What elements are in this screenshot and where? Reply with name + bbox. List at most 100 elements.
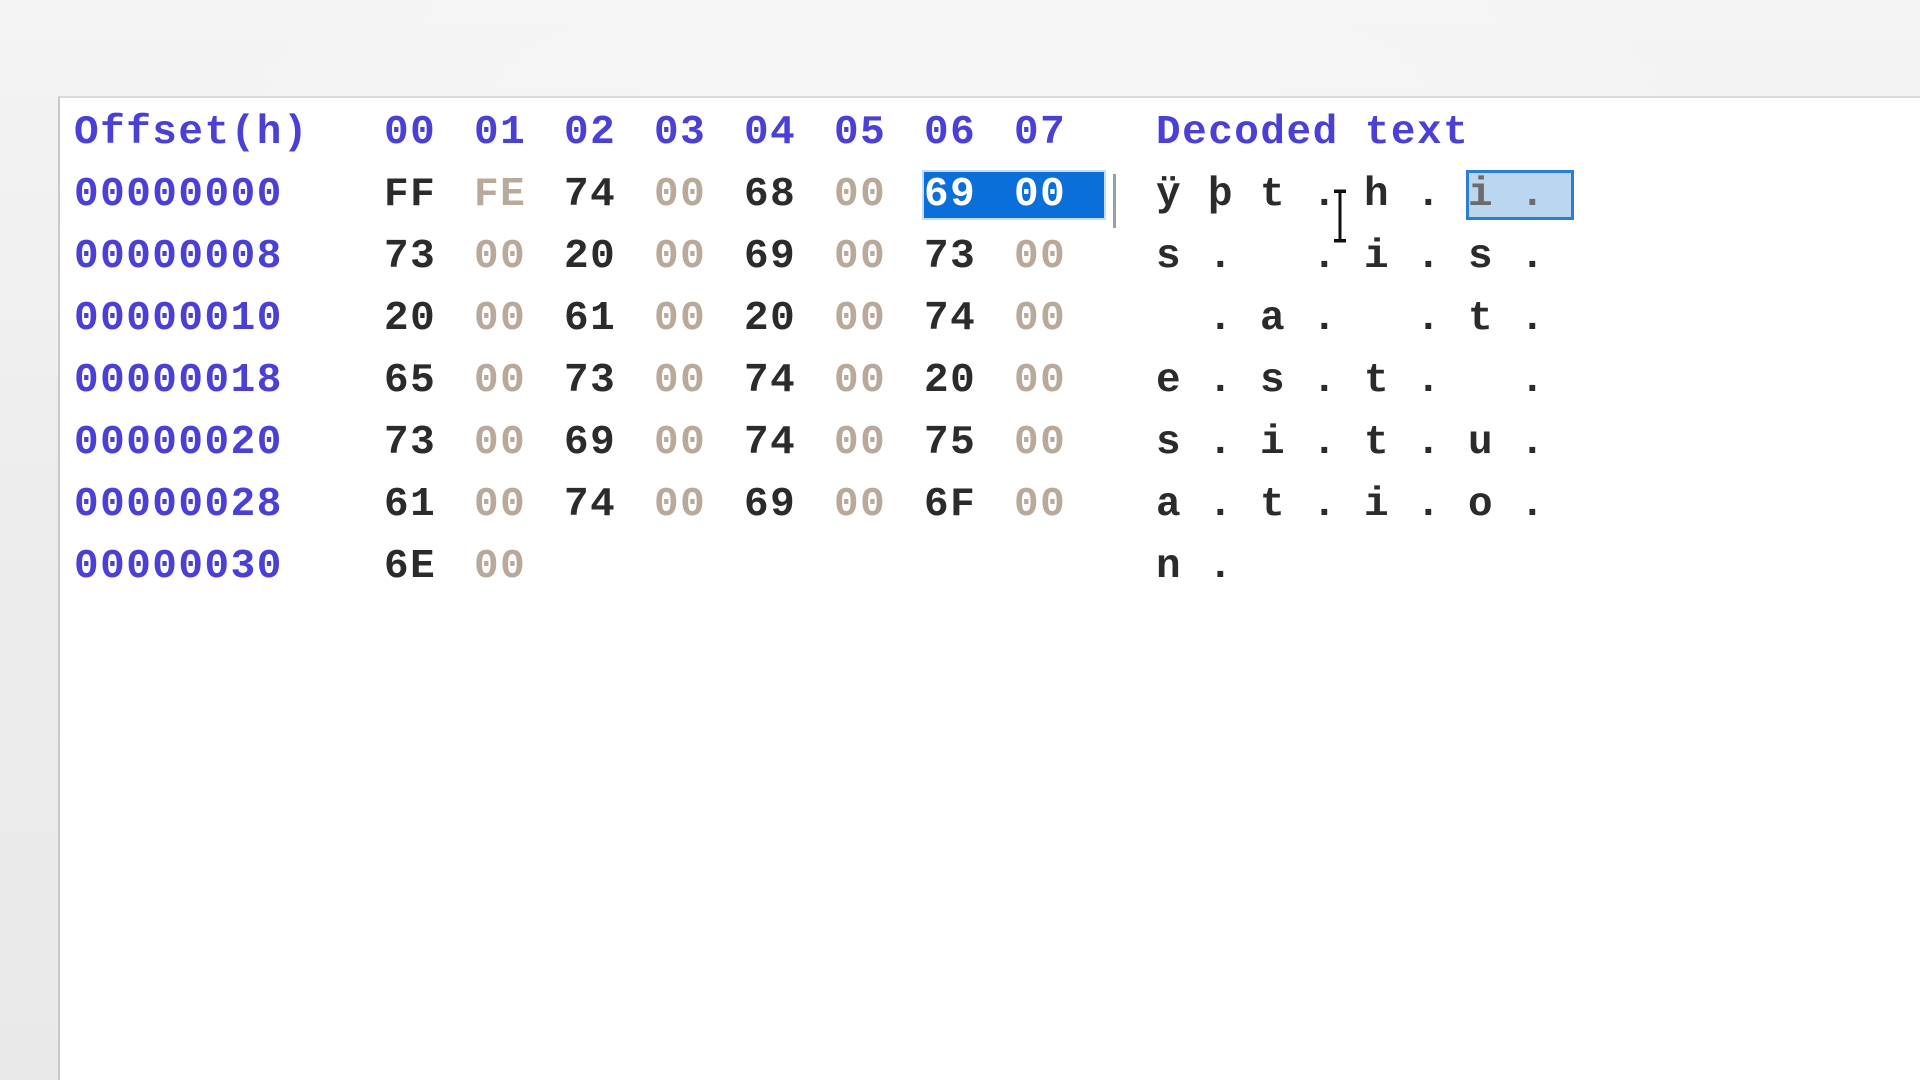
decoded-char[interactable]: .: [1208, 358, 1260, 404]
hex-byte[interactable]: 69: [744, 234, 834, 280]
decoded-char[interactable]: [1364, 296, 1416, 342]
hex-byte[interactable]: 73: [384, 234, 474, 280]
decoded-char[interactable]: i: [1260, 420, 1312, 466]
row-decoded-text[interactable]: a.t.i.o.: [1156, 482, 1572, 528]
hex-byte[interactable]: 00: [474, 358, 564, 404]
decoded-char[interactable]: .: [1520, 234, 1572, 280]
decoded-char[interactable]: i: [1364, 234, 1416, 280]
hex-byte[interactable]: 00: [834, 358, 924, 404]
row-bytes[interactable]: 61 00 74 00 69 00 6F 00: [384, 482, 1104, 528]
decoded-char[interactable]: i: [1364, 482, 1416, 528]
hex-byte[interactable]: 74: [744, 358, 834, 404]
hex-byte[interactable]: [924, 544, 1014, 590]
hex-byte[interactable]: 00: [654, 234, 744, 280]
decoded-char[interactable]: .: [1208, 420, 1260, 466]
hex-byte[interactable]: 00: [474, 420, 564, 466]
hex-byte[interactable]: 00: [834, 482, 924, 528]
hex-rows-container[interactable]: 00000000 FF FE 74 00 68 00 69 00 ÿ þ t. h. i. 00000008…: [74, 170, 1920, 606]
hex-byte[interactable]: 00: [474, 234, 564, 280]
hex-byte[interactable]: [654, 544, 744, 590]
hex-byte[interactable]: 00: [654, 420, 744, 466]
decoded-char[interactable]: .: [1416, 234, 1468, 280]
hex-row[interactable]: 00000020 73 00 69 00 74 00 75 00 s. i. t. u.: [74, 420, 1920, 482]
decoded-char[interactable]: a: [1156, 482, 1208, 528]
decoded-char[interactable]: s: [1156, 420, 1208, 466]
hex-byte-selection[interactable]: 69 00: [924, 172, 1116, 228]
hex-byte[interactable]: 00: [654, 172, 744, 218]
decoded-char[interactable]: e: [1156, 358, 1208, 404]
decoded-char[interactable]: .: [1312, 420, 1364, 466]
decoded-char[interactable]: o: [1468, 482, 1520, 528]
row-decoded-text[interactable]: s.i.t.u.: [1156, 420, 1572, 466]
decoded-char[interactable]: s: [1260, 358, 1312, 404]
decoded-char[interactable]: .: [1312, 482, 1364, 528]
hex-byte[interactable]: 00: [1014, 296, 1104, 342]
hex-byte[interactable]: 00: [474, 296, 564, 342]
hex-byte[interactable]: 75: [924, 420, 1014, 466]
hex-byte[interactable]: 69: [564, 420, 654, 466]
hex-byte[interactable]: 00: [1014, 234, 1104, 280]
row-bytes[interactable]: FF FE 74 00 68 00 69 00: [384, 172, 1116, 228]
row-bytes[interactable]: 6E 00: [384, 544, 1104, 590]
decoded-char[interactable]: .: [1312, 358, 1364, 404]
hex-byte[interactable]: 00: [474, 482, 564, 528]
hex-byte[interactable]: 00: [834, 420, 924, 466]
hex-byte[interactable]: 20: [564, 234, 654, 280]
decoded-char[interactable]: .: [1520, 482, 1572, 528]
hex-byte[interactable]: 00: [474, 544, 564, 590]
hex-row[interactable]: 00000030 6E 00 n.: [74, 544, 1920, 606]
hex-byte[interactable]: [1014, 544, 1104, 590]
decoded-char[interactable]: .: [1520, 296, 1572, 342]
decoded-char[interactable]: [1156, 296, 1208, 342]
decoded-char[interactable]: .: [1208, 482, 1260, 528]
hex-byte[interactable]: 00: [834, 296, 924, 342]
decoded-char[interactable]: .: [1208, 544, 1260, 590]
decoded-char[interactable]: .: [1208, 234, 1260, 280]
hex-byte[interactable]: [834, 544, 924, 590]
decoded-char[interactable]: .: [1520, 420, 1572, 466]
hex-byte[interactable]: 00: [1014, 482, 1104, 528]
hex-byte[interactable]: 20: [924, 358, 1014, 404]
decoded-char[interactable]: t: [1468, 296, 1520, 342]
hex-editor-panel[interactable]: Offset(h) 00 01 02 03 04 05 06 07 Decoded text …: [58, 96, 1920, 1080]
decoded-char[interactable]: .: [1520, 172, 1572, 218]
hex-byte[interactable]: 00: [1014, 358, 1104, 404]
decoded-char[interactable]: .: [1208, 296, 1260, 342]
decoded-char[interactable]: .: [1312, 172, 1364, 218]
hex-byte[interactable]: 74: [564, 172, 654, 218]
decoded-char[interactable]: [1468, 358, 1520, 404]
decoded-text-selection[interactable]: i.: [1466, 170, 1574, 220]
hex-byte[interactable]: 73: [564, 358, 654, 404]
hex-byte[interactable]: 73: [384, 420, 474, 466]
decoded-char[interactable]: i: [1468, 172, 1520, 218]
hex-byte[interactable]: 61: [384, 482, 474, 528]
row-decoded-text[interactable]: e.s.t. .: [1156, 358, 1572, 404]
decoded-char[interactable]: u: [1468, 420, 1520, 466]
hex-byte[interactable]: [744, 544, 834, 590]
row-decoded-text[interactable]: n.: [1156, 544, 1260, 590]
hex-byte[interactable]: 69: [744, 482, 834, 528]
hex-row[interactable]: 00000018 65 00 73 00 74 00 20 00 e. s. t. .: [74, 358, 1920, 420]
hex-byte[interactable]: 00: [834, 234, 924, 280]
hex-byte[interactable]: 69: [924, 172, 1014, 218]
row-bytes[interactable]: 20 00 61 00 20 00 74 00: [384, 296, 1104, 342]
hex-byte[interactable]: 00: [1014, 172, 1104, 218]
hex-byte[interactable]: 61: [564, 296, 654, 342]
hex-row[interactable]: 00000008 73 00 20 00 69 00 73 00 s. .i.s.: [74, 234, 1920, 296]
hex-byte[interactable]: [564, 544, 654, 590]
decoded-char[interactable]: t: [1260, 482, 1312, 528]
decoded-char[interactable]: t: [1260, 172, 1312, 218]
row-decoded-text[interactable]: ÿþt.h.i.: [1156, 170, 1574, 220]
decoded-char[interactable]: .: [1312, 234, 1364, 280]
hex-byte[interactable]: 00: [654, 296, 744, 342]
hex-viewport[interactable]: Offset(h) 00 01 02 03 04 05 06 07 Decoded text …: [60, 98, 1920, 606]
row-bytes[interactable]: 73 00 20 00 69 00 73 00: [384, 234, 1104, 280]
hex-byte[interactable]: 20: [384, 296, 474, 342]
row-bytes[interactable]: 65 00 73 00 74 00 20 00: [384, 358, 1104, 404]
decoded-char[interactable]: s: [1468, 234, 1520, 280]
hex-byte[interactable]: 73: [924, 234, 1014, 280]
hex-byte[interactable]: 00: [654, 482, 744, 528]
row-decoded-text[interactable]: s. .i.s.: [1156, 234, 1572, 280]
decoded-char[interactable]: .: [1416, 482, 1468, 528]
decoded-char[interactable]: þ: [1208, 172, 1260, 218]
